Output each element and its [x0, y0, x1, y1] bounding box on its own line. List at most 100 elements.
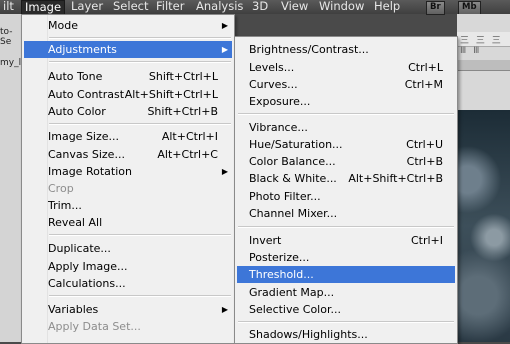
menu-item-channel-mixer[interactable]: Channel Mixer... [237, 205, 455, 222]
menu-item-auto-contrast[interactable]: Auto Contrast Alt+Shift+Ctrl+L [24, 86, 232, 103]
menu-item-label: Color Balance... [249, 155, 336, 168]
adjustments-submenu: Brightness/Contrast... Levels... Ctrl+L … [234, 36, 458, 344]
menu-select[interactable]: Select [110, 0, 151, 14]
submenu-arrow-icon: ▶ [221, 45, 228, 54]
menu-item-label: Levels... [249, 61, 295, 74]
menu-item-adjustments[interactable]: Adjustments ▶ [24, 41, 232, 58]
align-icons[interactable]: 三 三 三 Ⅲ Ⅲ [460, 33, 510, 56]
menu-item-shortcut: Ctrl+U [406, 138, 443, 151]
menu-item-label: Gradient Map... [249, 286, 335, 299]
menu-item-label: Invert [249, 234, 282, 247]
menu-item-shortcut: Shift+Ctrl+B [147, 105, 218, 118]
menu-item-label: Exposure... [249, 95, 311, 108]
menu-item-exposure[interactable]: Exposure... [237, 93, 455, 110]
menu-item-shortcut: Alt+Ctrl+I [161, 130, 218, 143]
image-menu-dropdown: Mode ▶ Adjustments ▶ Auto Tone Shift+Ctr… [21, 14, 235, 344]
menu-item-label: Hue/Saturation... [249, 138, 343, 151]
menu-item-shortcut: Ctrl+B [406, 155, 443, 168]
menu-image[interactable]: Image [21, 0, 66, 15]
menu-item-label: Brightness/Contrast... [249, 43, 369, 56]
menu-item-shortcut: Alt+Shift+Ctrl+L [124, 88, 218, 101]
menu-filter-truncated[interactable]: ilt [0, 0, 17, 14]
ruler [457, 60, 510, 71]
menu-item-mode[interactable]: Mode ▶ [24, 17, 232, 34]
menu-item-label: Auto Contrast [48, 88, 125, 101]
menu-item-vibrance[interactable]: Vibrance... [237, 119, 455, 136]
submenu-arrow-icon: ▶ [221, 167, 228, 176]
menu-item-auto-color[interactable]: Auto Color Shift+Ctrl+B [24, 103, 232, 120]
menu-item-label: Trim... [48, 199, 82, 212]
menu-item-image-size[interactable]: Image Size... Alt+Ctrl+I [24, 128, 232, 145]
menu-item-label: Mode [48, 19, 78, 32]
menu-layer[interactable]: Layer [68, 0, 106, 14]
menu-item-label: Curves... [249, 78, 298, 91]
menu-item-label: Selective Color... [249, 303, 341, 316]
menu-item-label: Channel Mixer... [249, 207, 338, 220]
menu-item-crop[interactable]: Crop [24, 180, 232, 197]
menu-separator [238, 321, 454, 323]
menu-item-calculations[interactable]: Calculations... [24, 275, 232, 292]
menu-item-label: Apply Image... [48, 260, 128, 273]
menu-help[interactable]: Help [371, 0, 403, 14]
menu-window[interactable]: Window [316, 0, 367, 14]
menu-item-gradient-map[interactable]: Gradient Map... [237, 284, 455, 301]
menu-item-shortcut: Ctrl+L [408, 61, 443, 74]
menu-item-shortcut: Ctrl+M [404, 78, 443, 91]
menu-filter[interactable]: Filter [153, 0, 187, 14]
menu-item-image-rotation[interactable]: Image Rotation ▶ [24, 163, 232, 180]
menu-analysis[interactable]: Analysis [193, 0, 246, 14]
menu-item-invert[interactable]: Invert Ctrl+I [237, 232, 455, 249]
menu-item-shortcut: Alt+Shift+Ctrl+B [348, 172, 443, 185]
menu-item-hue-saturation[interactable]: Hue/Saturation... Ctrl+U [237, 136, 455, 153]
menu-item-label: Canvas Size... [48, 148, 125, 161]
menu-separator [49, 123, 231, 125]
menu-item-shortcut: Ctrl+I [410, 234, 443, 247]
menu-item-posterize[interactable]: Posterize... [237, 249, 455, 266]
menu-separator [238, 226, 454, 228]
menu-item-curves[interactable]: Curves... Ctrl+M [237, 76, 455, 93]
menu-item-canvas-size[interactable]: Canvas Size... Alt+Ctrl+C [24, 146, 232, 163]
menu-item-label: Posterize... [249, 251, 310, 264]
options-bar-left: to-Se my_l [0, 14, 23, 342]
menu-item-trim[interactable]: Trim... [24, 197, 232, 214]
menu-item-levels[interactable]: Levels... Ctrl+L [237, 59, 455, 76]
menu-separator [49, 295, 231, 297]
submenu-arrow-icon: ▶ [221, 21, 228, 30]
menu-item-label: Adjustments [48, 43, 117, 56]
menu-item-apply-data-set[interactable]: Apply Data Set... [24, 318, 232, 335]
menu-separator [49, 61, 231, 63]
menu-separator [49, 234, 231, 236]
menu-item-duplicate[interactable]: Duplicate... [24, 240, 232, 257]
menu-item-shortcut: Alt+Ctrl+C [157, 148, 218, 161]
menu-item-variables[interactable]: Variables ▶ [24, 301, 232, 318]
menu-item-photo-filter[interactable]: Photo Filter... [237, 188, 455, 205]
bridge-button[interactable]: Br [426, 1, 445, 15]
menu-item-label: Black & White... [249, 172, 337, 185]
menu-item-color-balance[interactable]: Color Balance... Ctrl+B [237, 153, 455, 170]
options-text: to-Se [0, 27, 13, 47]
menu-item-shadows-highlights[interactable]: Shadows/Highlights... [237, 326, 455, 343]
image-canvas[interactable] [457, 110, 510, 342]
menu-item-label: Calculations... [48, 277, 126, 290]
submenu-arrow-icon: ▶ [221, 305, 228, 314]
menu-item-label: Auto Tone [48, 70, 103, 83]
menu-item-label: Duplicate... [48, 242, 111, 255]
menu-3d[interactable]: 3D [249, 0, 271, 14]
menu-item-shortcut: Shift+Ctrl+L [148, 70, 218, 83]
menu-item-auto-tone[interactable]: Auto Tone Shift+Ctrl+L [24, 68, 232, 85]
menu-item-brightness-contrast[interactable]: Brightness/Contrast... [237, 41, 455, 58]
menu-view[interactable]: View [278, 0, 311, 14]
menu-item-reveal-all[interactable]: Reveal All [24, 214, 232, 231]
menu-item-label: Vibrance... [249, 121, 308, 134]
menu-item-label: Threshold... [249, 268, 314, 281]
menu-item-black-white[interactable]: Black & White... Alt+Shift+Ctrl+B [237, 170, 455, 187]
menu-item-label: Crop [48, 182, 74, 195]
menu-item-label: Photo Filter... [249, 190, 321, 203]
menu-item-apply-image[interactable]: Apply Image... [24, 258, 232, 275]
menu-item-threshold[interactable]: Threshold... [237, 266, 455, 283]
menu-item-selective-color[interactable]: Selective Color... [237, 301, 455, 318]
menu-separator [238, 113, 454, 115]
mini-bridge-button[interactable]: Mb [458, 1, 481, 15]
menu-item-label: Auto Color [48, 105, 106, 118]
document-tab-text[interactable]: my_l [0, 58, 21, 68]
